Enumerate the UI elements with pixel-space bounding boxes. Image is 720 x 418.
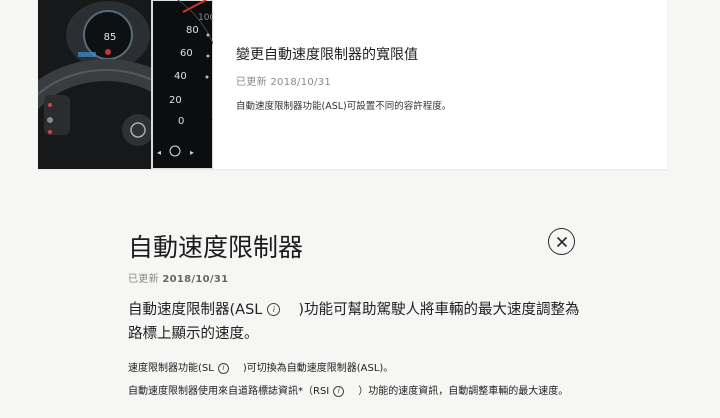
cluster-speed: 85 — [104, 32, 117, 43]
gauge-0: 0 — [178, 116, 184, 127]
info-icon[interactable]: i — [333, 386, 345, 397]
paragraph-sl: 速度限制器功能(SL i )可切換為自動速度限制器(ASL)。 — [128, 359, 393, 374]
card-title[interactable]: 變更自動速度限制器的寬限值 — [236, 44, 418, 64]
card-description: 自動速度限制器功能(ASL)可設置不同的容許程度。 — [236, 101, 452, 112]
date-value: 2018/10/31 — [162, 274, 229, 285]
card-updated-date: 已更新 2018/10/31 — [236, 77, 332, 88]
gauge-80: 80 — [186, 25, 199, 36]
gauge-100: 100 — [198, 13, 213, 23]
svg-text:▸: ▸ — [190, 148, 194, 157]
close-button[interactable] — [548, 228, 575, 255]
gauge-20: 20 — [169, 95, 182, 106]
gauge-40: 40 — [174, 71, 187, 82]
lead-paragraph: 自動速度限制器(ASL i)功能可幫助駕駛人將車輛的最大速度調整為路標上顯示的速度… — [128, 298, 588, 346]
close-icon — [556, 236, 567, 247]
lead-text-1: 自動速度限制器(ASL — [128, 302, 263, 318]
article-card[interactable]: 85 80 60 40 20 0 100 ◂ ▸ 變更自動速度限制器的寬限值 已… — [38, 0, 667, 169]
paragraph-rsi: 自動速度限制器使用來自道路標誌資訊*（RSI i ）功能的速度資訊，自動調整車輛的最… — [128, 385, 578, 399]
article-updated-date: 已更新 2018/10/31 — [128, 270, 228, 285]
svg-text:◂: ◂ — [157, 148, 161, 157]
card-thumbnail: 85 80 60 40 20 0 100 ◂ ▸ — [38, 0, 213, 169]
article-title: 自動速度限制器 — [128, 233, 304, 262]
p1-text-2: )可切換為自動速度限制器(ASL)。 — [242, 363, 394, 374]
gauge-60: 60 — [180, 48, 193, 59]
info-icon[interactable]: i — [217, 363, 229, 374]
p2-text-2: ）功能的速度資訊，自動調整車輛的最大速度。 — [358, 386, 569, 397]
speedometer-photo-icon: 85 80 60 40 20 0 100 ◂ ▸ — [38, 0, 213, 169]
p2-text-1: 自動速度限制器使用來自道路標誌資訊*（RSI — [128, 386, 330, 397]
p1-text-1: 速度限制器功能(SL — [128, 363, 214, 374]
info-icon[interactable]: i — [267, 303, 281, 316]
date-prefix: 已更新 — [128, 274, 159, 285]
